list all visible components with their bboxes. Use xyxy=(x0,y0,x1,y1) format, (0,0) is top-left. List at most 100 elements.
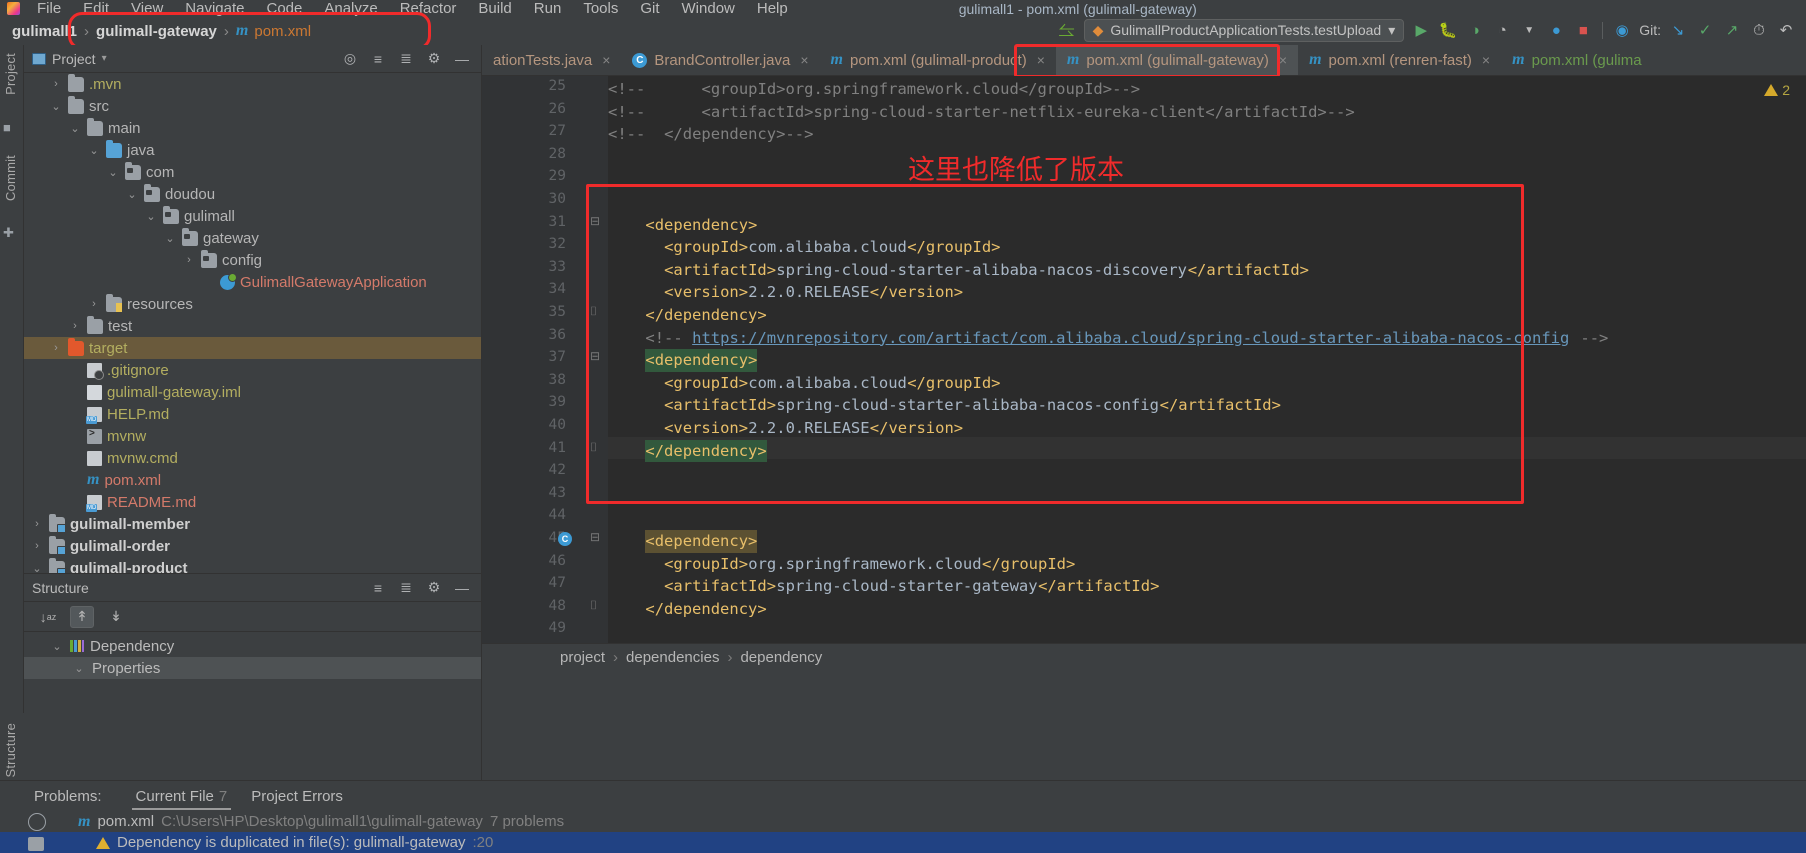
editor-breadcrumb-dependency[interactable]: dependency xyxy=(740,649,822,666)
tree-node-readme-md[interactable]: README.md xyxy=(24,491,481,513)
chevron-down-icon[interactable]: ⌄ xyxy=(68,122,82,135)
spacer-icon[interactable] xyxy=(68,452,82,464)
chevron-right-icon[interactable]: › xyxy=(68,320,82,332)
spacer-icon[interactable] xyxy=(68,408,82,420)
spacer-icon[interactable] xyxy=(68,474,82,486)
spacer-icon[interactable] xyxy=(68,386,82,398)
tab-project-errors[interactable]: Project Errors xyxy=(239,781,355,811)
chevron-down-icon[interactable]: ⌄ xyxy=(163,232,177,245)
tree-node-gateway[interactable]: ⌄ gateway xyxy=(24,227,481,249)
attach-debugger-icon[interactable]: ● xyxy=(1546,20,1566,40)
scroll-to-source-icon[interactable]: ↡ xyxy=(104,606,128,628)
chevron-down-icon[interactable]: ⌄ xyxy=(49,100,63,113)
gear-icon[interactable]: ⚙ xyxy=(423,48,445,70)
tree-node-gulimall-product[interactable]: ⌄ gulimall-product xyxy=(24,557,481,573)
breadcrumb-file[interactable]: m pom.xml xyxy=(232,22,315,40)
tree-node-gulimall-member[interactable]: › gulimall-member xyxy=(24,513,481,535)
push-icon[interactable]: ↗ xyxy=(1722,20,1742,40)
editor-tab-bar[interactable]: ationTests.java × C BrandController.java × m p… xyxy=(482,45,1806,76)
tree-node-gulimall[interactable]: ⌄ gulimall xyxy=(24,205,481,227)
code-editor[interactable]: 25 26 27 28 29 30 31 32 33 34 35 36 37 38 39 40 41 42 43 44… xyxy=(482,76,1806,643)
close-icon[interactable]: × xyxy=(1279,52,1287,68)
editor-breadcrumb-dependencies[interactable]: dependencies xyxy=(626,649,719,666)
editor-tab-4[interactable]: m pom.xml (renren-fast) × xyxy=(1298,45,1501,75)
tree-node-gulimall-order[interactable]: › gulimall-order xyxy=(24,535,481,557)
search-everywhere-icon[interactable]: ◉ xyxy=(1612,20,1632,40)
editor-tab-0[interactable]: ationTests.java × xyxy=(482,45,621,75)
chevron-right-icon[interactable]: › xyxy=(49,342,63,354)
spacer-icon[interactable] xyxy=(68,364,82,376)
tree-node-help-md[interactable]: HELP.md xyxy=(24,403,481,425)
chevron-down-icon[interactable]: ⌄ xyxy=(144,210,158,223)
run-configuration-selector[interactable]: ◆ GulimallProductApplicationTests.testUp… xyxy=(1083,18,1405,42)
chevron-down-icon[interactable]: ⌄ xyxy=(87,144,101,157)
project-tree[interactable]: › .mvn ⌄ src ⌄ main ⌄ java ⌄ com ⌄ doudou ⌄ gulimall ⌄… xyxy=(24,73,481,573)
tree-node-gulimallgatewayapplication[interactable]: GulimallGatewayApplication xyxy=(24,271,481,293)
chevron-down-icon[interactable]: ▼ xyxy=(1519,20,1539,40)
commit-icon[interactable]: ✓ xyxy=(1695,20,1715,40)
chevron-right-icon[interactable]: › xyxy=(87,298,101,310)
menu-item-edit[interactable]: Edit xyxy=(72,0,120,17)
history-icon[interactable]: ⏱ xyxy=(1749,20,1769,40)
menu-item-help[interactable]: Help xyxy=(746,0,799,17)
tree-node-main[interactable]: ⌄ main xyxy=(24,117,481,139)
chevron-right-icon[interactable]: › xyxy=(30,518,44,530)
back-arrow-icon[interactable]: ⥦ xyxy=(1057,19,1077,41)
tree-node-src[interactable]: ⌄ src xyxy=(24,95,481,117)
code-fold-icon[interactable]: ⌷ xyxy=(590,440,597,455)
debug-button[interactable]: 🐛 xyxy=(1438,20,1458,40)
code-fold-icon[interactable]: ⊟ xyxy=(590,214,600,228)
tree-node-mvn[interactable]: › .mvn xyxy=(24,73,481,95)
editor-warning-indicator[interactable]: 2 xyxy=(1764,82,1790,98)
menu-item-view[interactable]: View xyxy=(120,0,174,17)
run-button[interactable]: ▶ xyxy=(1411,20,1431,40)
tree-node-mvnw-cmd[interactable]: mvnw.cmd xyxy=(24,447,481,469)
spacer-icon[interactable] xyxy=(68,430,82,442)
locate-icon[interactable]: ◎ xyxy=(339,48,361,70)
structure-row-properties[interactable]: ⌄ Properties xyxy=(24,657,481,679)
breadcrumb-module[interactable]: gulimall-gateway xyxy=(92,23,221,40)
tree-node-doudou[interactable]: ⌄ doudou xyxy=(24,183,481,205)
chevron-down-icon[interactable]: ⌄ xyxy=(106,166,120,179)
tree-node-pom-xml[interactable]: m pom.xml xyxy=(24,469,481,491)
code-fold-icon[interactable]: ⌷ xyxy=(590,304,597,319)
close-icon[interactable]: × xyxy=(1482,52,1490,68)
tab-current-file[interactable]: Current File 7 xyxy=(124,781,240,811)
undo-icon[interactable]: ↶ xyxy=(1776,20,1796,40)
chevron-right-icon[interactable]: › xyxy=(30,540,44,552)
gear-icon[interactable]: ⚙ xyxy=(423,577,445,599)
tree-node-test[interactable]: › test xyxy=(24,315,481,337)
chevron-right-icon[interactable]: › xyxy=(49,78,63,90)
editor-tab-5[interactable]: m pom.xml (gulima xyxy=(1501,45,1652,75)
editor-gutter[interactable]: 25 26 27 28 29 30 31 32 33 34 35 36 37 38 39 40 41 42 43 44… xyxy=(482,76,576,643)
breadcrumb-project[interactable]: gulimall1 xyxy=(8,23,81,40)
tool-window-structure[interactable]: Structure xyxy=(3,723,18,778)
favorites-icon[interactable]: ■ xyxy=(3,120,11,135)
editor-code-area[interactable]: <!-- <groupId>org.springframework.cloud</… xyxy=(608,76,1806,643)
hide-icon[interactable]: — xyxy=(451,48,473,70)
menu-item-window[interactable]: Window xyxy=(671,0,746,17)
menu-item-code[interactable]: Code xyxy=(255,0,313,17)
structure-tree[interactable]: ⌄ Dependency ⌄ Properties xyxy=(24,632,481,679)
spring-bean-gutter-icon[interactable]: C xyxy=(558,532,572,546)
editor-tab-2[interactable]: m pom.xml (gulimall-product) × xyxy=(820,45,1056,75)
chevron-down-icon[interactable]: ⌄ xyxy=(30,562,44,574)
collapse-all-icon[interactable]: ≣ xyxy=(395,577,417,599)
close-icon[interactable]: × xyxy=(800,52,808,68)
structure-row-dependency[interactable]: ⌄ Dependency xyxy=(24,635,481,657)
collapse-all-icon[interactable]: ≣ xyxy=(395,48,417,70)
close-icon[interactable]: × xyxy=(602,52,610,68)
tool-window-commit[interactable]: Commit xyxy=(3,155,18,201)
chevron-down-icon[interactable]: ⌄ xyxy=(125,188,139,201)
tree-node-target[interactable]: › target xyxy=(24,337,481,359)
close-icon[interactable]: × xyxy=(1037,52,1045,68)
sort-alphabetically-icon[interactable]: ↓ az xyxy=(36,606,60,628)
code-fold-icon[interactable]: ⊟ xyxy=(590,530,600,544)
editor-tab-1[interactable]: C BrandController.java × xyxy=(621,45,819,75)
editor-tab-3[interactable]: m pom.xml (gulimall-gateway) × xyxy=(1055,45,1299,75)
editor-fold-gutter[interactable]: ⊟ ⌷ ⊟ ⌷ ⊟ C ⌷ xyxy=(558,76,608,643)
menu-item-tools[interactable]: Tools xyxy=(572,0,629,17)
menu-item-file[interactable]: File xyxy=(26,0,72,17)
problems-issue-row[interactable]: Dependency is duplicated in file(s): gul… xyxy=(0,832,1806,853)
menu-item-refactor[interactable]: Refactor xyxy=(389,0,468,17)
